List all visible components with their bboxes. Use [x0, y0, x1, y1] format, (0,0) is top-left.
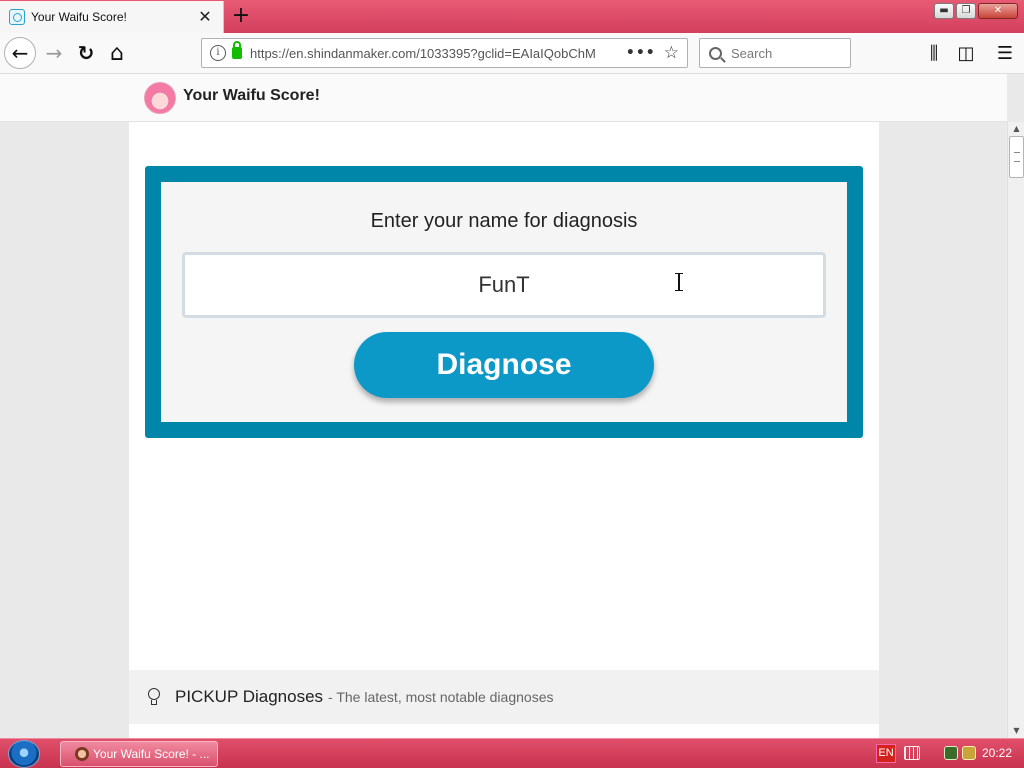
search-bar[interactable]: Search	[699, 38, 851, 68]
site-title[interactable]: Your Waifu Score!	[183, 87, 320, 105]
firefox-icon	[75, 747, 89, 761]
diagnose-button[interactable]: Diagnose	[354, 332, 654, 398]
start-button[interactable]	[8, 740, 40, 768]
pickup-subtitle: - The latest, most notable diagnoses	[328, 689, 554, 705]
scroll-thumb[interactable]	[1009, 136, 1024, 178]
forward-button[interactable]: →	[40, 39, 68, 67]
pickup-title: PICKUP Diagnoses	[175, 687, 324, 706]
taskbar-item-browser[interactable]: Your Waifu Score! - ...	[60, 741, 218, 767]
back-button[interactable]: ←	[4, 37, 36, 69]
keyboard-icon[interactable]	[904, 746, 920, 760]
system-clock[interactable]: 20:22	[982, 746, 1012, 760]
page-actions-icon[interactable]: •••	[626, 45, 656, 61]
network-tray-icon[interactable]	[944, 746, 958, 760]
lightbulb-icon	[147, 688, 161, 706]
bookmark-star-icon[interactable]: ☆	[664, 43, 679, 63]
scroll-down-arrow-icon[interactable]: ▼	[1008, 726, 1024, 738]
reload-button[interactable]: ↻	[72, 39, 100, 67]
window-titlebar: Your Waifu Score! ✕ + ▬ ❐ ✕	[0, 0, 1024, 33]
form-prompt: Enter your name for diagnosis	[370, 210, 638, 232]
tab-title: Your Waifu Score!	[31, 10, 127, 24]
menu-icon[interactable]: ☰	[991, 39, 1019, 67]
site-favicon-icon	[9, 9, 25, 25]
navigation-toolbar: ← → ↻ ⌂ i https://en.shindanmaker.com/10…	[0, 33, 1024, 74]
window-controls: ▬ ❐ ✕	[934, 3, 1018, 19]
secure-lock-icon[interactable]	[232, 41, 242, 59]
pickup-section-header: PICKUP Diagnoses - The latest, most nota…	[129, 670, 879, 724]
search-placeholder[interactable]: Search	[731, 46, 772, 61]
page-scrollbar[interactable]: ▲ ▼	[1007, 122, 1024, 738]
diagnosis-form: Enter your name for diagnosis Diagnose	[161, 182, 847, 422]
minimize-button[interactable]: ▬	[934, 3, 954, 19]
close-window-button[interactable]: ✕	[978, 3, 1018, 19]
tab-close-icon[interactable]: ✕	[195, 7, 215, 27]
url-text[interactable]: https://en.shindanmaker.com/1033395?gcli…	[250, 46, 626, 61]
language-indicator[interactable]: EN	[876, 744, 896, 763]
library-icon[interactable]: ⫼	[920, 39, 948, 67]
taskbar-item-label: Your Waifu Score! - ...	[93, 747, 210, 761]
main-content: Enter your name for diagnosis Diagnose P…	[129, 122, 879, 738]
restore-button[interactable]: ❐	[956, 3, 976, 19]
sidebar-icon[interactable]: ◫	[952, 39, 980, 67]
os-taskbar: Your Waifu Score! - ... EN 20:22	[0, 738, 1024, 768]
search-icon	[709, 46, 722, 60]
diagnosis-form-frame: Enter your name for diagnosis Diagnose	[145, 166, 863, 438]
scroll-up-arrow-icon[interactable]: ▲	[1008, 122, 1024, 134]
url-bar[interactable]: i https://en.shindanmaker.com/1033395?gc…	[201, 38, 688, 68]
browser-tab[interactable]: Your Waifu Score! ✕	[0, 1, 224, 33]
volume-tray-icon[interactable]	[962, 746, 976, 760]
site-info-icon[interactable]: i	[210, 45, 226, 61]
site-header: Your Waifu Score!	[0, 74, 1007, 122]
new-tab-button[interactable]: +	[230, 4, 252, 28]
site-avatar[interactable]	[144, 82, 176, 114]
home-button[interactable]: ⌂	[103, 39, 131, 67]
text-cursor-icon	[674, 273, 684, 291]
name-input[interactable]	[182, 252, 826, 318]
